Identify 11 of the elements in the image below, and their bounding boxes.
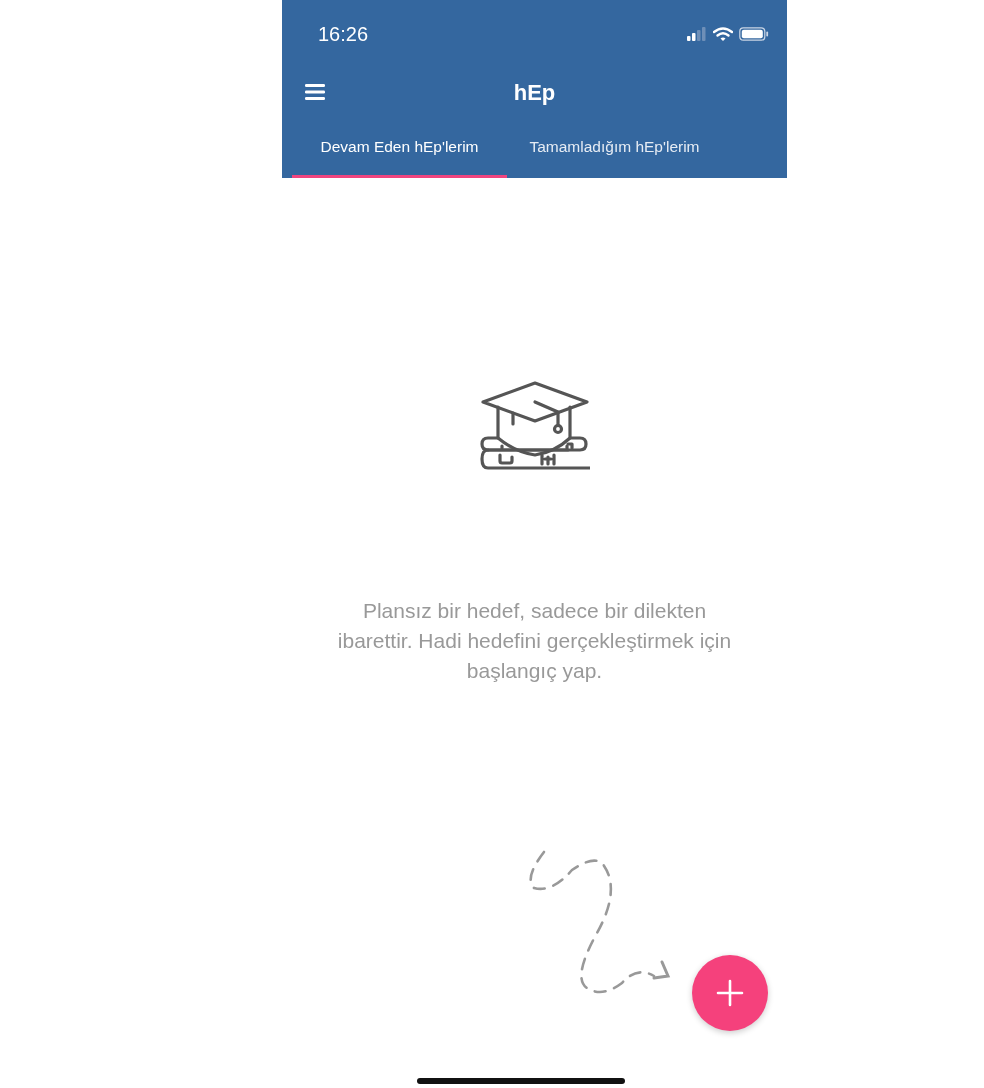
status-time: 16:26	[318, 22, 369, 46]
battery-icon	[739, 27, 769, 41]
tab[interactable]: Devam Eden hEp'lerim	[292, 126, 507, 178]
wifi-icon	[713, 26, 733, 42]
signal-icon	[687, 27, 707, 41]
app-title: hEp	[513, 80, 556, 106]
plus-icon	[715, 978, 745, 1008]
tab[interactable]: Tamamladığım hEp'lerim	[507, 126, 722, 178]
empty-state-message: Plansız bir hedef, sadece bir dilekten ibarettir. Hadi hedefini gerçekleştirmek için başlangıç yap.	[336, 598, 733, 684]
add-button[interactable]	[692, 955, 768, 1031]
menu-icon[interactable]	[305, 84, 325, 100]
